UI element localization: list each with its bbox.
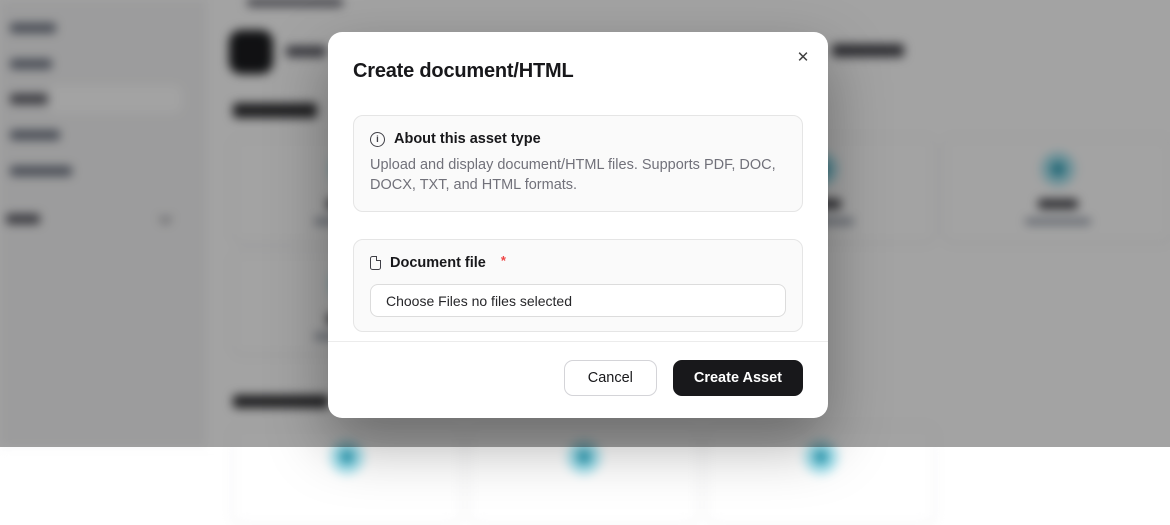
modal-footer: Cancel Create Asset [353, 360, 803, 396]
about-box-title: About this asset type [394, 131, 541, 147]
required-marker: * [501, 253, 506, 268]
modal-title: Create document/HTML [353, 60, 803, 83]
cancel-button[interactable]: Cancel [564, 360, 657, 396]
info-icon: i [370, 132, 385, 147]
about-box-body: Upload and display document/HTML files. … [370, 155, 786, 195]
create-document-modal: ✕ Create document/HTML i About this asse… [328, 32, 828, 418]
document-file-label: Document file [390, 255, 486, 271]
document-file-field: Document file * Choose Files no files se… [353, 239, 803, 332]
footer-divider [328, 341, 828, 342]
file-input[interactable]: Choose Files no files selected [370, 284, 786, 317]
create-asset-button[interactable]: Create Asset [673, 360, 803, 396]
close-icon[interactable]: ✕ [793, 47, 813, 67]
document-icon [370, 256, 381, 270]
about-asset-type-box: i About this asset type Upload and displ… [353, 115, 803, 212]
